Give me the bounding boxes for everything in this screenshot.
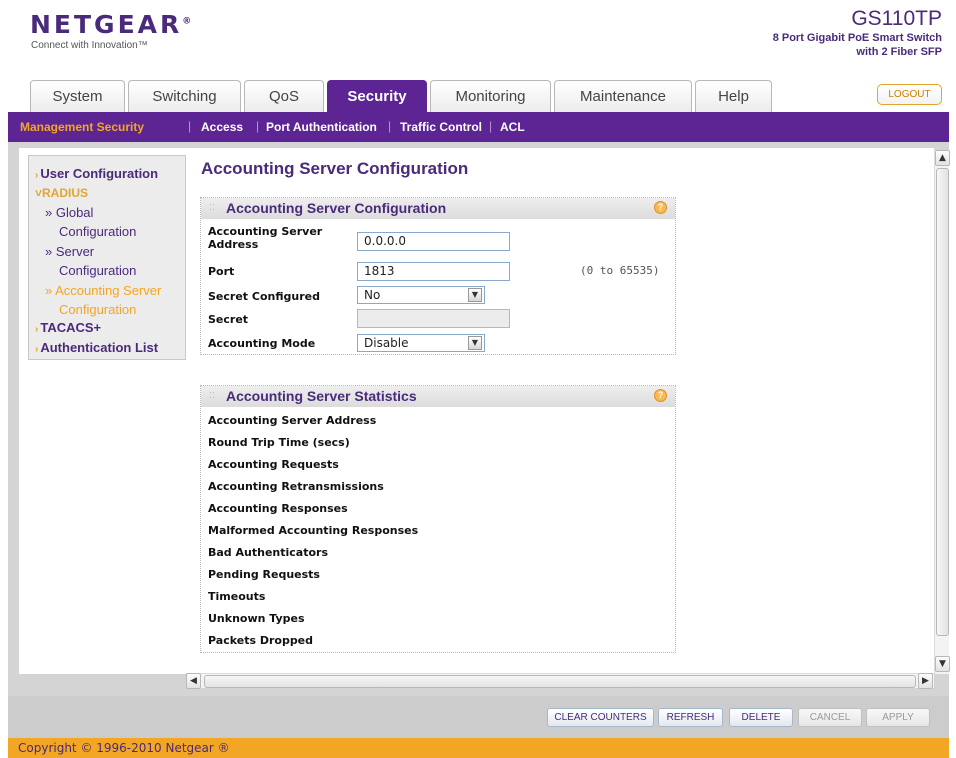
chevron-down-icon: ▼ [468, 336, 482, 350]
subnav-separator: | [388, 119, 392, 133]
tab-maintenance[interactable]: Maintenance [554, 80, 692, 112]
grip-icon: :: [209, 389, 216, 401]
panel-title: Accounting Server Configuration [226, 200, 447, 216]
help-icon[interactable]: ? [654, 389, 667, 402]
tagline: Connect with Innovation™ [31, 40, 148, 51]
tab-system[interactable]: System [30, 80, 125, 112]
stat-accounting-requests: Accounting Requests [208, 458, 339, 471]
stat-bad-authenticators: Bad Authenticators [208, 546, 328, 559]
stat-packets-dropped: Packets Dropped [208, 634, 314, 647]
chevron-right-icon: › [35, 324, 39, 335]
logout-button[interactable]: LOGOUT [877, 84, 942, 105]
stat-malformed-accounting-responses: Malformed Accounting Responses [208, 524, 419, 537]
delete-button[interactable]: DELETE [729, 708, 793, 727]
refresh-button[interactable]: REFRESH [658, 708, 723, 727]
model-name: GS110TP [851, 7, 942, 30]
subnav-bar: Management Security | Access | Port Auth… [8, 112, 949, 142]
tab-qos[interactable]: QoS [244, 80, 324, 112]
secret-label: Secret [208, 313, 249, 326]
subnav-separator: | [256, 119, 260, 133]
accounting-server-address-input[interactable]: 0.0.0.0 [357, 232, 510, 251]
scroll-right-icon[interactable]: ▶ [918, 673, 933, 689]
page-title: Accounting Server Configuration [201, 159, 469, 178]
nav-global-configuration[interactable]: » Global Configuration [45, 203, 136, 241]
stat-pending-requests: Pending Requests [208, 568, 320, 581]
vertical-scrollbar[interactable]: ▲ ▼ [934, 150, 950, 674]
nav-server-configuration[interactable]: » Server Configuration [45, 242, 136, 280]
apply-button[interactable]: APPLY [866, 708, 930, 727]
nav-accounting-server-configuration[interactable]: » Accounting Server Configuration [45, 281, 161, 319]
accounting-server-address-label: Accounting Server Address [208, 225, 323, 251]
tab-help[interactable]: Help [695, 80, 772, 112]
accounting-mode-label: Accounting Mode [208, 337, 316, 350]
chevron-down-icon: ▼ [468, 288, 482, 302]
model-description-line1: 8 Port Gigabit PoE Smart Switch [772, 32, 942, 44]
help-icon[interactable]: ? [654, 201, 667, 214]
stat-unknown-types: Unknown Types [208, 612, 305, 625]
panel-header: :: Accounting Server Statistics ? [201, 386, 675, 407]
netgear-logo: NETGEAR® [30, 10, 192, 39]
panel-title: Accounting Server Statistics [226, 388, 417, 404]
accounting-server-stats-panel: :: Accounting Server Statistics ? Accoun… [200, 385, 676, 653]
port-range-hint: (0 to 65535) [580, 264, 660, 277]
subnav-traffic-control[interactable]: Traffic Control [400, 120, 482, 134]
tab-switching[interactable]: Switching [128, 80, 241, 112]
cancel-button[interactable]: CANCEL [798, 708, 862, 727]
nav-user-configuration[interactable]: › User Configuration [35, 166, 158, 181]
page: NETGEAR® Connect with Innovation™ GS110T… [0, 0, 956, 758]
tab-security[interactable]: Security [327, 80, 427, 112]
port-input[interactable]: 1813 [357, 262, 510, 281]
tab-monitoring[interactable]: Monitoring [430, 80, 551, 112]
chevron-down-icon: ˅ [35, 186, 43, 200]
vertical-scroll-thumb[interactable] [936, 168, 949, 636]
nav-authentication-list[interactable]: › Authentication List [35, 340, 158, 355]
scroll-down-icon[interactable]: ▼ [935, 656, 950, 672]
stat-accounting-retransmissions: Accounting Retransmissions [208, 480, 384, 493]
grip-icon: :: [209, 201, 216, 213]
secret-input[interactable] [357, 309, 510, 328]
accounting-server-config-panel: :: Accounting Server Configuration ? Acc… [200, 197, 676, 355]
chevron-right-icon: › [35, 170, 39, 181]
model-description-line2: with 2 Fiber SFP [856, 46, 942, 58]
nav-tacacs[interactable]: › TACACS+ [35, 320, 101, 335]
left-navigation: › User Configuration ˅RADIUS » Global Conf… [28, 155, 186, 360]
secret-configured-label: Secret Configured [208, 290, 320, 303]
subnav-separator: | [188, 119, 192, 133]
scroll-left-icon[interactable]: ◀ [186, 673, 201, 689]
subnav-access[interactable]: Access [201, 120, 243, 134]
subnav-port-authentication[interactable]: Port Authentication [266, 120, 377, 134]
clear-counters-button[interactable]: CLEAR COUNTERS [547, 708, 654, 727]
horizontal-scrollbar[interactable]: ◀ ▶ [186, 673, 934, 689]
port-label: Port [208, 265, 235, 278]
secret-configured-select[interactable]: No ▼ [357, 286, 485, 304]
copyright-footer: Copyright © 1996-2010 Netgear ® [8, 738, 949, 758]
stat-accounting-server-address: Accounting Server Address [208, 414, 377, 427]
stat-accounting-responses: Accounting Responses [208, 502, 348, 515]
subnav-separator: | [489, 119, 493, 133]
horizontal-scroll-thumb[interactable] [204, 675, 916, 688]
accounting-mode-select[interactable]: Disable ▼ [357, 334, 485, 352]
subnav-acl[interactable]: ACL [500, 120, 525, 134]
panel-header: :: Accounting Server Configuration ? [201, 198, 675, 219]
subnav-management-security[interactable]: Management Security [20, 120, 144, 134]
scroll-up-icon[interactable]: ▲ [935, 150, 950, 166]
chevron-right-icon: › [35, 344, 39, 355]
nav-radius[interactable]: ˅RADIUS [35, 186, 88, 200]
stat-timeouts: Timeouts [208, 590, 266, 603]
stat-round-trip-time: Round Trip Time (secs) [208, 436, 350, 449]
